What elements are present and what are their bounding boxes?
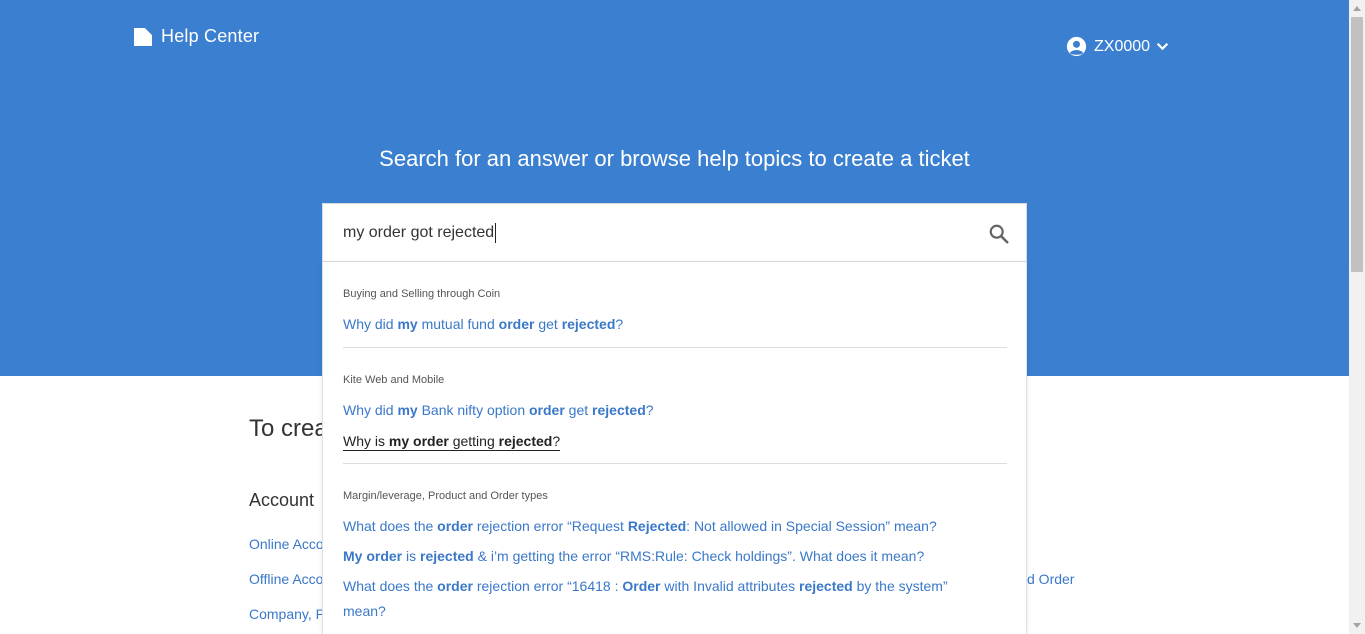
- order-link[interactable]: d Order: [1027, 571, 1074, 587]
- account-link[interactable]: Company, P: [249, 606, 325, 622]
- suggestion-item-highlighted[interactable]: Why is my order getting rejected?: [343, 432, 561, 451]
- suggestion-group: Margin/leverage, Product and Order types…: [343, 490, 1007, 619]
- suggestion-item[interactable]: What does the order rejection error “164…: [343, 574, 993, 624]
- help-center-logo[interactable]: Help Center: [134, 26, 259, 47]
- search-suggestions: Buying and Selling through Coin Why did …: [322, 262, 1027, 634]
- chevron-down-icon: [1156, 43, 1169, 51]
- suggestion-group-title: Margin/leverage, Product and Order types: [343, 490, 548, 502]
- scroll-up-arrow-icon[interactable]: [1349, 0, 1365, 16]
- divider: [343, 347, 1007, 348]
- section-heading: To crea: [249, 415, 328, 442]
- suggestion-group-title: Kite Web and Mobile: [343, 374, 445, 386]
- divider: [343, 463, 1007, 464]
- user-menu[interactable]: ZX0000: [1066, 36, 1169, 57]
- suggestion-group: Buying and Selling through Coin Why did …: [343, 288, 1007, 348]
- search-input[interactable]: my order got rejected: [343, 223, 497, 243]
- account-heading: Account: [249, 490, 315, 510]
- suggestion-item[interactable]: Why did my mutual fund order get rejecte…: [343, 312, 623, 337]
- scroll-down-arrow-icon[interactable]: [1349, 618, 1365, 634]
- user-name: ZX0000: [1094, 37, 1151, 55]
- search-box[interactable]: my order got rejected: [322, 203, 1027, 262]
- account-link[interactable]: Offline Acco: [249, 571, 323, 587]
- logo-icon: [134, 27, 152, 46]
- suggestion-item[interactable]: My order is rejected & i’m getting the e…: [343, 544, 924, 569]
- suggestion-item[interactable]: What does the order rejection error “Req…: [343, 514, 937, 539]
- account-link[interactable]: Online Acco: [249, 536, 324, 552]
- suggestion-group: Kite Web and Mobile Why did my Bank nift…: [343, 374, 1007, 464]
- user-avatar-icon: [1066, 36, 1087, 57]
- scrollbar-thumb[interactable]: [1351, 17, 1363, 272]
- search-icon[interactable]: [988, 223, 1010, 245]
- suggestion-group-title: Buying and Selling through Coin: [343, 288, 501, 300]
- suggestion-item[interactable]: Why did my Bank nifty option order get r…: [343, 398, 654, 423]
- logo-label: Help Center: [161, 26, 260, 46]
- page-scrollbar[interactable]: [1349, 0, 1365, 634]
- hero-title: Search for an answer or browse help topi…: [379, 146, 970, 171]
